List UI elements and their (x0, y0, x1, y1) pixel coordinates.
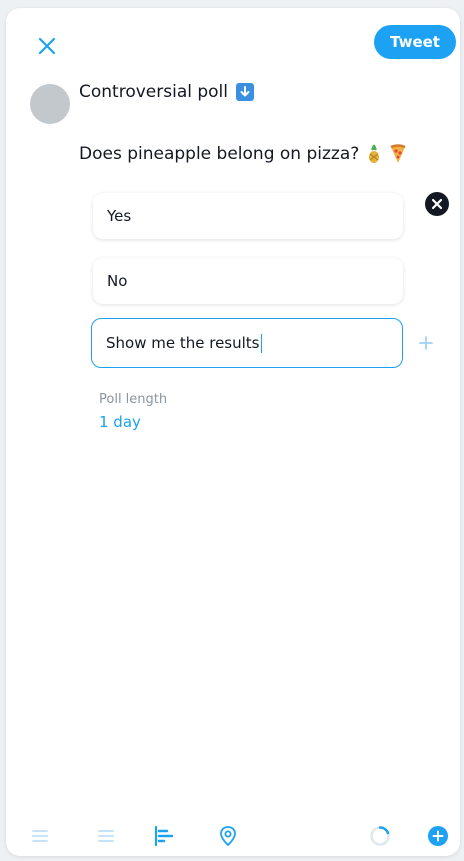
gif-button[interactable] (94, 824, 118, 848)
compose-tweet-screen: Tweet Controversial poll Does pineapple … (6, 8, 460, 856)
poll-choice-2-value: No (107, 272, 128, 290)
tweet-text-line-1[interactable]: Controversial poll (79, 82, 254, 102)
pizza-emoji-icon (390, 144, 406, 163)
close-circle-icon (431, 198, 443, 210)
poll-choice-1-value: Yes (107, 207, 132, 225)
poll-choice-3-input[interactable]: Show me the results (91, 318, 403, 368)
image-icon (32, 830, 48, 842)
progress-ring-icon (370, 826, 390, 846)
image-button[interactable] (28, 824, 52, 848)
poll-choice-1-input[interactable]: Yes (93, 193, 403, 239)
location-button[interactable] (216, 824, 240, 848)
add-tweet-button[interactable] (426, 824, 450, 848)
close-icon (38, 37, 56, 55)
down-arrow-emoji-icon (236, 83, 254, 101)
avatar[interactable] (30, 84, 70, 124)
poll-icon (154, 825, 174, 847)
tweet-text-line-2[interactable]: Does pineapple belong on pizza? (79, 144, 407, 164)
text-cursor (260, 333, 262, 353)
poll-choice-3-value: Show me the results (106, 334, 260, 352)
pineapple-emoji-icon (369, 144, 380, 163)
close-button[interactable] (34, 33, 60, 59)
poll-length-selector[interactable]: 1 day (99, 413, 141, 431)
tweet-title-text: Controversial poll (79, 82, 228, 102)
poll-choice-2-input[interactable]: No (93, 258, 403, 304)
add-choice-button[interactable] (413, 330, 439, 356)
tweet-button[interactable]: Tweet (374, 25, 456, 59)
poll-length-label: Poll length (99, 392, 168, 407)
poll-question-text: Does pineapple belong on pizza? (79, 144, 360, 164)
poll-button[interactable] (152, 824, 176, 848)
add-tweet-icon (428, 826, 448, 846)
character-counter (368, 824, 392, 848)
remove-poll-button[interactable] (425, 192, 449, 216)
compose-toolbar (6, 816, 460, 856)
location-icon (220, 826, 236, 847)
plus-icon (419, 336, 433, 350)
gif-icon (98, 830, 114, 842)
